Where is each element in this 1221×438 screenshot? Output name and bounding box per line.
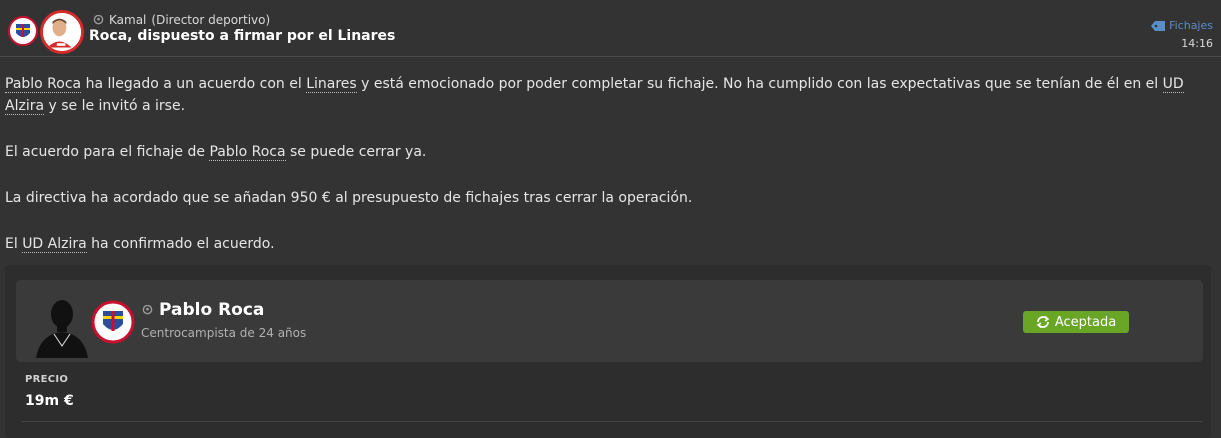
tag-label[interactable]: Fichajes (1169, 19, 1213, 32)
club-crest-icon[interactable] (8, 16, 38, 46)
message-title: Roca, dispuesto a firmar por el Linares (89, 28, 396, 44)
player-description: Centrocampista de 24 años (141, 326, 307, 340)
player-silhouette-icon (36, 300, 88, 358)
person-icon (142, 304, 153, 314)
status-badge: Aceptada (1023, 311, 1129, 333)
price-label: PRECIO (25, 374, 69, 385)
sender-name[interactable]: Kamal (109, 13, 146, 27)
player-link[interactable]: Pablo Roca (5, 76, 82, 93)
price-value: 19m € (25, 393, 74, 409)
paragraph-4: El UD Alzira ha confirmado el acuerdo. (5, 236, 275, 253)
sender-line: Kamal (Director deportivo) (93, 13, 270, 27)
club-link-linares[interactable]: Linares (306, 76, 357, 93)
tag-fichajes[interactable]: Fichajes (1151, 19, 1213, 32)
club-crest-icon[interactable] (91, 300, 135, 344)
sender-avatar[interactable] (40, 10, 84, 54)
message-time: 14:16 (1181, 37, 1213, 50)
player-name-row: Pablo Roca (142, 300, 264, 320)
person-icon (93, 14, 104, 24)
player-name[interactable]: Pablo Roca (159, 300, 264, 320)
club-link-ud-alzira[interactable]: UD Alzira (22, 236, 87, 253)
player-link[interactable]: Pablo Roca (209, 144, 286, 161)
tag-icon (1151, 20, 1166, 31)
transfer-panel: Pablo Roca Centrocampista de 24 años Ace… (5, 265, 1211, 438)
paragraph-2: El acuerdo para el fichaje de Pablo Roca… (5, 144, 427, 161)
refresh-icon (1036, 315, 1050, 329)
sender-role: (Director deportivo) (151, 13, 271, 27)
message-header: Kamal (Director deportivo) Roca, dispues… (0, 0, 1221, 57)
paragraph-1: Pablo Roca ha llegado a un acuerdo con e… (5, 76, 1184, 115)
paragraph-3: La directiva ha acordado que se añadan 9… (5, 190, 693, 206)
divider (21, 421, 1203, 422)
status-label: Aceptada (1054, 314, 1117, 330)
player-card[interactable]: Pablo Roca Centrocampista de 24 años Ace… (16, 280, 1203, 362)
message-body: Pablo Roca ha llegado a un acuerdo con e… (5, 73, 1210, 279)
